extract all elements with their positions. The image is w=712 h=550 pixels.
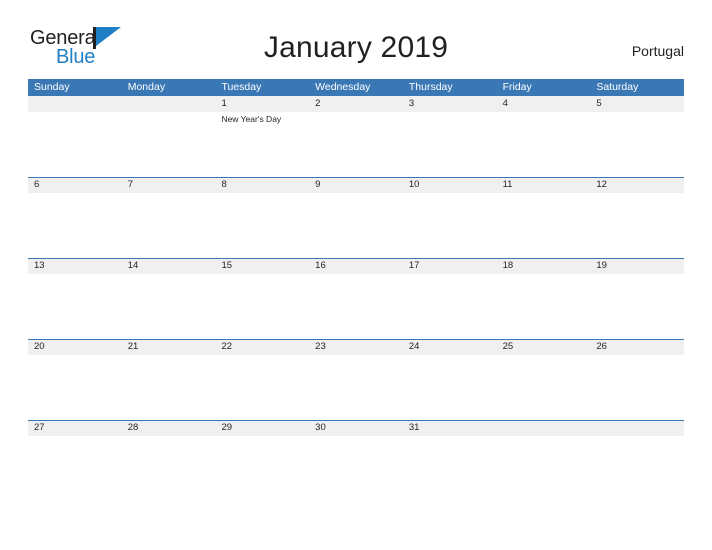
calendar-grid: Sunday Monday Tuesday Wednesday Thursday… <box>28 79 684 501</box>
day-number: 27 <box>34 422 45 433</box>
day-cell[interactable]: 31 <box>403 420 497 501</box>
day-number: 22 <box>221 341 233 352</box>
weekday-header-thursday: Thursday <box>408 81 453 93</box>
weekday-header-monday: Monday <box>127 81 166 93</box>
holiday-label: New Year's Day <box>221 114 282 124</box>
day-number: 4 <box>502 98 508 109</box>
calendar-week-row: 20 21 22 23 24 25 26 <box>28 339 684 420</box>
day-cell[interactable]: 13 <box>28 258 122 339</box>
calendar-page: General Blue January 2019 Portugal Sunda… <box>0 0 712 550</box>
day-number: 15 <box>221 260 233 271</box>
calendar-week-row: 13 14 15 16 17 18 19 <box>28 258 684 339</box>
week-day-cells: 1 New Year's Day 2 3 4 5 <box>28 96 684 177</box>
region-label: Portugal <box>631 43 684 59</box>
day-number: 23 <box>315 341 326 352</box>
day-number: 19 <box>596 260 607 271</box>
calendar-week-row: 27 28 29 30 31 <box>28 420 684 501</box>
day-cell[interactable]: 2 <box>309 96 403 177</box>
day-cell[interactable]: 3 <box>403 96 497 177</box>
day-number: 29 <box>221 422 233 433</box>
day-number: 9 <box>315 179 321 190</box>
weekday-header-sunday: Sunday <box>34 81 70 93</box>
day-number: 10 <box>408 179 420 190</box>
week-day-cells: 20 21 22 23 24 25 26 <box>28 339 684 420</box>
day-cell[interactable]: 23 <box>309 339 403 420</box>
weekday-header-friday: Friday <box>502 81 532 93</box>
day-cell[interactable]: 6 <box>28 177 122 258</box>
day-cell[interactable]: 7 <box>122 177 216 258</box>
calendar-weeks: 1 New Year's Day 2 3 4 5 6 7 8 9 10 11 12 13 14 15 16 17 1… <box>28 96 684 501</box>
weekday-header-saturday: Saturday <box>596 81 639 93</box>
week-day-cells: 6 7 8 9 10 11 12 <box>28 177 684 258</box>
day-number: 11 <box>502 179 513 190</box>
day-cell[interactable]: 10 <box>403 177 497 258</box>
day-cell[interactable]: 21 <box>122 339 216 420</box>
day-cell[interactable]: 12 <box>590 177 684 258</box>
day-number: 26 <box>596 341 607 352</box>
day-number: 20 <box>34 341 45 352</box>
day-number: 1 <box>221 98 227 109</box>
day-number: 2 <box>315 98 321 109</box>
day-number: 12 <box>596 179 607 190</box>
day-cell[interactable]: 29 <box>215 420 309 501</box>
day-cell[interactable]: 19 <box>590 258 684 339</box>
day-event-list: New Year's Day <box>221 114 309 125</box>
day-cell[interactable]: 27 <box>28 420 122 501</box>
day-number: 30 <box>315 422 326 433</box>
week-day-cells: 27 28 29 30 31 <box>28 420 684 501</box>
day-cell-empty <box>590 420 684 501</box>
day-number: 28 <box>127 422 139 433</box>
week-day-cells: 13 14 15 16 17 18 19 <box>28 258 684 339</box>
day-cell[interactable]: 15 <box>215 258 309 339</box>
day-number: 5 <box>596 98 602 109</box>
day-number: 16 <box>315 260 326 271</box>
day-cell[interactable]: 17 <box>403 258 497 339</box>
day-number: 13 <box>34 260 45 271</box>
day-number: 24 <box>408 341 420 352</box>
day-cell[interactable]: 22 <box>215 339 309 420</box>
day-cell[interactable]: 20 <box>28 339 122 420</box>
day-cell[interactable]: 11 <box>497 177 591 258</box>
day-cell[interactable]: 26 <box>590 339 684 420</box>
day-cell[interactable]: 14 <box>122 258 216 339</box>
day-cell-empty <box>497 420 591 501</box>
day-number: 18 <box>502 260 514 271</box>
day-cell[interactable]: 9 <box>309 177 403 258</box>
weekday-header-wednesday: Wednesday <box>315 81 371 93</box>
day-number: 6 <box>34 179 40 190</box>
day-cell[interactable]: 28 <box>122 420 216 501</box>
day-cell[interactable]: 5 <box>590 96 684 177</box>
day-cell[interactable]: 1 New Year's Day <box>215 96 309 177</box>
day-number: 14 <box>127 260 139 271</box>
weekday-header-row: Sunday Monday Tuesday Wednesday Thursday… <box>28 79 684 96</box>
day-number: 31 <box>408 422 420 433</box>
weekday-header-tuesday: Tuesday <box>221 81 262 93</box>
day-cell[interactable]: 24 <box>403 339 497 420</box>
day-cell[interactable]: 8 <box>215 177 309 258</box>
day-number: 21 <box>127 341 139 352</box>
day-number: 7 <box>127 179 134 190</box>
page-header: General Blue January 2019 Portugal <box>0 0 712 78</box>
day-number: 8 <box>221 179 227 190</box>
day-number: 17 <box>408 260 420 271</box>
day-cell[interactable]: 16 <box>309 258 403 339</box>
calendar-week-row: 6 7 8 9 10 11 12 <box>28 177 684 258</box>
page-title: January 2019 <box>263 31 449 64</box>
day-cell-empty <box>28 96 122 177</box>
day-cell[interactable]: 18 <box>497 258 591 339</box>
day-cell-empty <box>122 96 216 177</box>
day-cell[interactable]: 30 <box>309 420 403 501</box>
day-number: 3 <box>408 98 415 109</box>
calendar-week-row: 1 New Year's Day 2 3 4 5 <box>28 96 684 177</box>
day-number: 25 <box>502 341 514 352</box>
day-cell[interactable]: 4 <box>497 96 591 177</box>
day-cell[interactable]: 25 <box>497 339 591 420</box>
